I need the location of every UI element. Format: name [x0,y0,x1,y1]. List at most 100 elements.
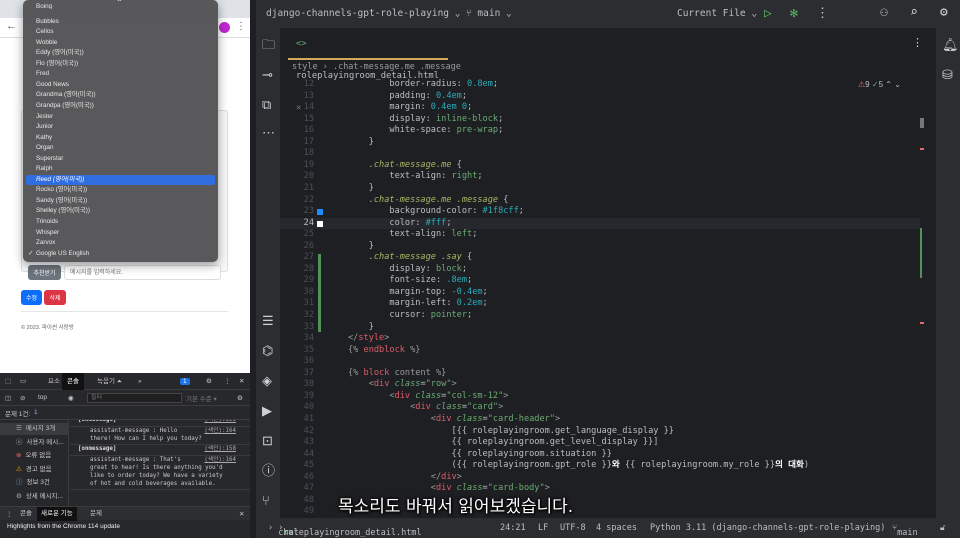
code-line[interactable]: 29 font-size: .8em; [280,275,920,287]
settings-icon[interactable]: ⚙ [237,394,243,402]
terminal-icon[interactable]: ⊡ [262,434,273,447]
structure-icon[interactable]: ⧉ [262,98,271,111]
code-line[interactable]: 40 <div class="card"> [280,402,920,414]
code-line[interactable]: 21 } [280,183,920,195]
color-swatch-icon[interactable] [317,209,323,216]
settings-icon[interactable]: ⚙ [940,6,948,19]
code-line[interactable]: 31 margin-left: 0.2em; [280,298,920,310]
voice-option[interactable]: Ralph [26,164,215,174]
console-filter-item[interactable]: ⓘ 정보 3건 [0,477,69,489]
voice-option[interactable]: Rocko (영어(미국)) [26,185,215,195]
code-line[interactable]: 25 text-align: left; [280,229,920,241]
voice-option[interactable]: Eddy (영어(미국)) [26,48,215,58]
voice-option[interactable]: Flo (영어(미국)) [26,59,215,69]
voice-option[interactable]: Superstar [26,154,215,164]
add-user-icon[interactable]: ⚇ [880,6,888,19]
code-line[interactable]: 38 <div class="row"> [280,379,920,391]
services-icon[interactable]: ▶ [262,404,272,417]
code-line[interactable]: 24 color: #fff; [280,217,920,230]
close-icon[interactable]: ✕ [239,377,244,385]
list-icon[interactable]: ☰ [262,314,274,327]
status-path[interactable]: › chat › <> roleplayingroom_detail.html [268,523,422,538]
code-line[interactable]: 12 border-radius: 0.8em; [280,79,920,91]
line-separator[interactable]: LF [538,523,548,533]
voice-option[interactable]: Jester [26,112,215,122]
context-select[interactable]: top [38,394,47,401]
folder-icon[interactable]: 🗀 [262,38,275,51]
code-line[interactable]: 22 .chat-message.me .message { [280,195,920,207]
console-filter-item[interactable]: ☰ 메시지 3개 [0,423,69,435]
log-source-link[interactable]: (색인):158 [204,446,236,454]
log-group-label[interactable]: [onmessage] [78,446,116,454]
voice-option[interactable]: Zarvox [26,238,215,248]
whats-new-text[interactable]: Highlights from the Chrome 114 update [7,523,120,530]
more-icon[interactable]: ⋮ [224,377,231,385]
code-line[interactable]: 19 .chat-message.me { [280,160,920,172]
log-source-link[interactable]: (색인):164 [204,457,236,465]
log-group-label[interactable]: [onmessage] [78,420,116,425]
code-line[interactable]: 20 text-align: right; [280,171,920,183]
console-filter-item[interactable]: ⓤ 사용자 메시... [0,437,69,449]
level-select[interactable]: 기본 수준 ▾ [186,393,217,403]
message-input[interactable] [64,265,221,280]
voice-select-menu[interactable]: ⌃ Boing Bubbles Cellos Wobble Eddy (영어(미국)) F… [23,0,218,262]
code-line[interactable]: 26 } [280,241,920,253]
cursor-position[interactable]: 24:21 [500,523,526,533]
back-icon[interactable]: ← [6,21,17,32]
voice-option[interactable]: Trinoids [26,217,215,227]
issues-bar[interactable]: 문제 1건: 1 [0,406,250,420]
search-icon[interactable]: ⌕ [910,6,918,19]
code-line[interactable]: 16 white-space: pre-wrap; [280,125,920,137]
code-line[interactable]: 33 } [280,322,920,334]
debug-icon[interactable]: ✻ [790,7,798,20]
code-line[interactable]: 32 cursor: pointer; [280,310,920,322]
file-encoding[interactable]: UTF-8 [560,523,586,533]
problems-icon[interactable]: ⓘ [262,464,275,477]
voice-option[interactable]: Grandpa (영어(미국)) [26,101,215,111]
layers-icon[interactable]: ◈ [262,374,272,387]
code-line[interactable]: 37 {% block content %} [280,368,920,380]
filter-input[interactable] [87,393,182,403]
voice-option[interactable]: Reed (영어(미국)) [26,174,215,185]
settings-icon[interactable]: ⚙ [206,377,212,385]
code-line[interactable]: 45 ({{ roleplayingroom.gpt_role }}와 {{ r… [280,460,920,472]
delete-button[interactable]: 삭제 [44,290,66,305]
scrollbar-markers[interactable] [920,118,924,358]
code-line[interactable]: 43 {{ roleplayingroom.get_level_display … [280,437,920,449]
voice-option[interactable]: Fred [26,69,215,79]
more-icon[interactable]: ⋯ [262,126,275,139]
code-line[interactable]: 15 display: inline-block; [280,114,920,126]
clear-icon[interactable]: ⊘ [20,394,25,402]
console-filter-item[interactable]: ⊗ 오류 없음 [0,450,69,462]
database-icon[interactable]: ⛁ [942,68,953,81]
code-line[interactable]: 28 display: block; [280,264,920,276]
code-area[interactable]: 12 border-radius: 0.8em; 13 padding: 0.4e… [280,79,936,519]
devtools-tab[interactable]: 녹음기 ⏶ [92,373,127,390]
devtools-tab[interactable]: » [133,373,147,390]
run-icon[interactable]: ▷ [764,7,772,20]
code-line[interactable]: 13 padding: 0.4em; [280,91,920,103]
indent-setting[interactable]: 4 spaces [596,523,637,533]
voice-option[interactable]: Shelley (영어(미국)) [26,206,215,216]
code-line[interactable]: 27 .chat-message .say { [280,252,920,264]
more-icon[interactable]: ⋮ [816,7,829,20]
code-line[interactable]: 34 </style> [280,333,920,345]
python-icon[interactable]: ⌬ [262,344,273,357]
breadcrumb-item[interactable]: style [292,62,318,72]
more-icon[interactable]: ⋮ [236,22,246,32]
drawer-menu-icon[interactable]: ⋮ [6,510,13,518]
close-icon[interactable]: ✕ [239,510,244,518]
eye-icon[interactable]: ◉ [68,394,74,402]
log-source-link[interactable]: (색인):164 [204,428,236,436]
voice-option[interactable]: Good News [26,80,215,90]
project-selector[interactable]: django-channels-gpt-role-playing ⌄ [266,8,460,19]
lock-icon[interactable]: 🔓︎ [940,523,946,533]
code-line[interactable]: 30 margin-top: -0.4em; [280,287,920,299]
voice-option[interactable]: Boing [26,2,215,9]
console-filter-item[interactable]: ⚙ 상세 메시지... [0,491,69,503]
breadcrumb-item[interactable]: .chat-message.me .message [333,62,461,72]
issues-badge[interactable]: 1 [180,377,190,385]
commit-icon[interactable]: ⊸ [262,68,273,81]
devtools-tab[interactable]: 콘솔 [62,373,84,390]
code-line[interactable]: 17 } [280,137,920,149]
